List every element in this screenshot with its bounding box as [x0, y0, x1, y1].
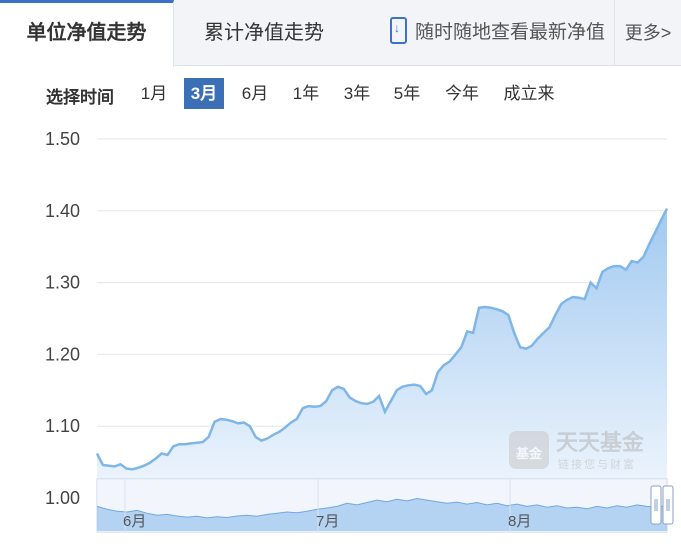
tab-bar: 单位净值走势 累计净值走势 ↓ 随时随地查看最新净值 更多> [0, 0, 681, 67]
watermark-slogan: 链接您与财富 [558, 457, 636, 471]
period-option[interactable]: 1年 [286, 78, 326, 109]
period-option[interactable]: 6月 [235, 78, 275, 109]
x-tick-label: 8月 [508, 513, 531, 530]
y-tick-label: 1.10 [45, 416, 80, 436]
phone-download-icon: ↓ [390, 17, 407, 45]
y-tick-label: 1.40 [45, 201, 80, 221]
period-label: 选择时间 [46, 88, 114, 107]
navigator-left-handle[interactable] [650, 485, 662, 525]
nav-chart: 1.501.401.301.201.101.00 基金 天天基金 链接您与财富 … [45, 129, 674, 533]
tab-cumulative-nav[interactable]: 累计净值走势 [174, 0, 354, 66]
period-option[interactable]: 3月 [184, 78, 224, 109]
period-option[interactable]: 1月 [134, 78, 174, 109]
more-link[interactable]: 更多> [614, 0, 681, 66]
mobile-promo-link[interactable]: ↓ 随时随地查看最新净值 [390, 0, 605, 66]
x-tick-label: 6月 [123, 513, 146, 530]
y-tick-label: 1.00 [45, 488, 80, 508]
y-axis: 1.50 1.40 1.30 1.20 1.10 1.00 [45, 129, 80, 508]
period-option[interactable]: 3年 [337, 78, 377, 109]
y-tick-label: 1.50 [45, 129, 80, 149]
navigator-right-handle[interactable] [662, 485, 674, 525]
period-option[interactable]: 5年 [387, 78, 427, 109]
period-selector: 选择时间 1月 3月 6月 1年 3年 5年 今年 成立来 [0, 78, 681, 112]
x-tick-label: 7月 [316, 513, 339, 530]
mobile-promo-text: 随时随地查看最新净值 [415, 22, 606, 43]
watermark-name: 天天基金 [556, 430, 645, 456]
watermark: 基金 天天基金 链接您与财富 [509, 430, 645, 471]
watermark-logo-text: 基金 [515, 446, 543, 462]
y-tick-label: 1.30 [45, 273, 80, 293]
y-tick-label: 1.20 [45, 344, 80, 364]
period-option[interactable]: 今年 [440, 78, 484, 109]
tab-unit-nav[interactable]: 单位净值走势 [0, 0, 174, 67]
period-option[interactable]: 成立来 [496, 78, 562, 109]
range-navigator[interactable]: 6月 7月 8月 [96, 478, 674, 533]
